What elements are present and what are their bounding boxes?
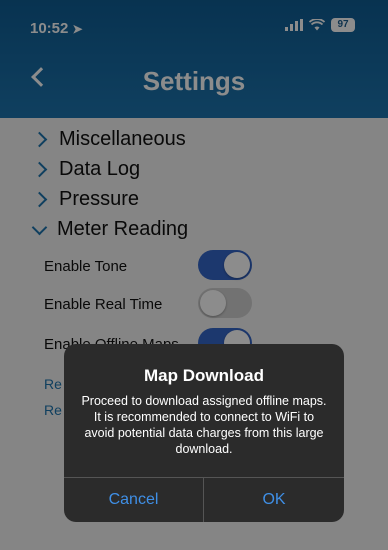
dialog-title: Map Download	[144, 366, 264, 385]
ok-button[interactable]: OK	[204, 477, 344, 522]
map-download-dialog: Map Download Proceed to download assigne…	[64, 344, 344, 522]
settings-screen: 10:52 ➤ 97 Settings Miscellaneous Data L…	[0, 0, 388, 550]
cancel-button[interactable]: Cancel	[64, 477, 203, 522]
dialog-message: Proceed to download assigned offline map…	[81, 394, 327, 456]
